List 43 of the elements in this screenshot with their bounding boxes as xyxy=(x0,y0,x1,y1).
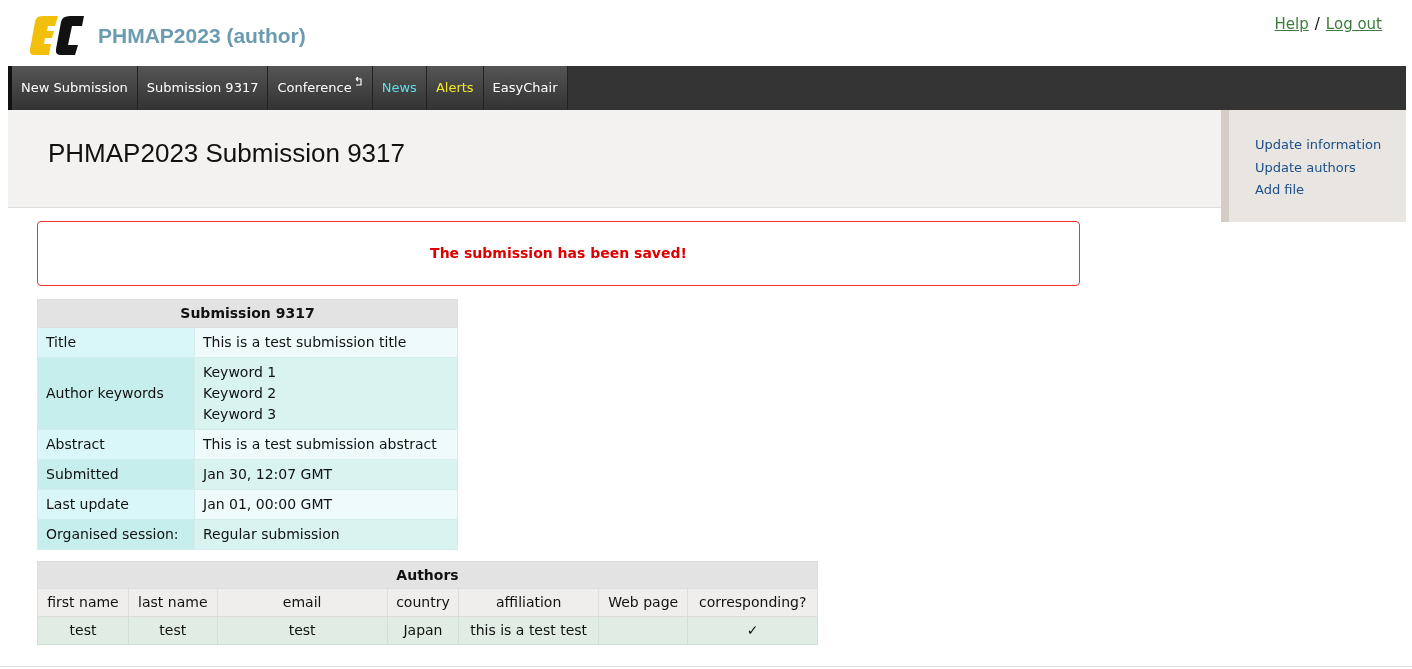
row-value: Jan 01, 00:00 GMT xyxy=(194,489,458,520)
success-notice: The submission has been saved! xyxy=(37,221,1080,286)
column-header: corresponding? xyxy=(687,588,818,617)
column-header: country xyxy=(387,588,459,617)
table-title: Authors xyxy=(37,561,818,589)
column-header: email xyxy=(217,588,388,617)
logout-link[interactable]: Log out xyxy=(1325,13,1382,36)
nav-tab[interactable]: New Submission xyxy=(12,66,138,110)
row-label: Organised session: xyxy=(37,519,195,550)
side-menu-link[interactable]: Update authors xyxy=(1255,157,1406,177)
column-header: first name xyxy=(37,588,129,617)
row-value: Keyword 1 Keyword 2 Keyword 3 xyxy=(194,357,458,430)
row-label: Submitted xyxy=(37,459,195,490)
row-value: This is a test submission abstract xyxy=(194,429,458,460)
table-title: Submission 9317 xyxy=(37,299,458,328)
logo-icon xyxy=(28,14,86,58)
row-label: Abstract xyxy=(37,429,195,460)
side-menu-link[interactable]: Update information xyxy=(1255,135,1406,155)
row-label: Author keywords xyxy=(37,357,195,430)
column-header: affiliation xyxy=(458,588,599,617)
nav-tab[interactable]: News xyxy=(372,66,427,110)
side-menu-link[interactable]: Add file xyxy=(1255,180,1406,200)
nav-tab[interactable]: Alerts xyxy=(426,66,484,110)
site-title: PHMAP2023 (author) xyxy=(98,23,306,50)
table-cell: test xyxy=(217,616,388,645)
help-link[interactable]: Help xyxy=(1274,13,1309,36)
nav-tab[interactable]: Conference xyxy=(268,66,373,110)
nav-tab[interactable]: EasyChair xyxy=(483,66,568,110)
table-cell: test xyxy=(37,616,129,645)
row-label: Last update xyxy=(37,489,195,520)
row-value: Regular submission xyxy=(194,519,458,550)
row-value: This is a test submission title xyxy=(194,327,458,358)
table-cell: Japan xyxy=(387,616,459,645)
table-cell: test xyxy=(128,616,218,645)
row-label: Title xyxy=(37,327,195,358)
row-value: Jan 30, 12:07 GMT xyxy=(194,459,458,490)
link-separator: / xyxy=(1314,14,1320,35)
column-header: Web page xyxy=(598,588,688,617)
table-cell: ✓ xyxy=(687,616,818,645)
table-cell: this is a test test xyxy=(458,616,599,645)
nav-tab[interactable]: Submission 9317 xyxy=(137,66,269,110)
column-header: last name xyxy=(128,588,218,617)
page-title: PHMAP2023 Submission 9317 xyxy=(48,137,406,170)
